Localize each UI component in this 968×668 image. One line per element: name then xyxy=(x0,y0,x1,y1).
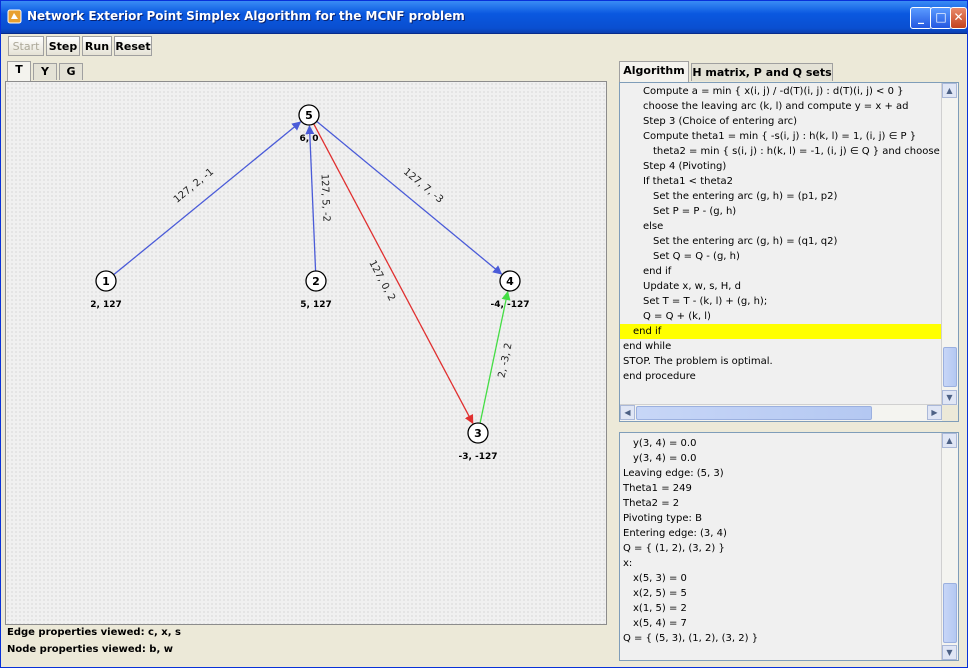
output-line: x(1, 5) = 2 xyxy=(633,603,687,614)
algorithm-line: Set T = T - (k, l) + (g, h); xyxy=(643,296,768,307)
node-id: 5 xyxy=(305,109,313,122)
output-line: x(5, 3) = 0 xyxy=(633,573,687,584)
algorithm-line: If theta1 < theta2 xyxy=(643,176,734,187)
right-panel: Algorithm H matrix, P and Q sets Compute… xyxy=(615,61,965,665)
graph-canvas[interactable]: 127, 2, -1 127, 5, -2 127, 7, -3 127, 0, 2 2… xyxy=(5,81,607,625)
scroll-down-arrow-icon[interactable]: ▼ xyxy=(942,390,957,405)
node-id: 3 xyxy=(474,427,482,440)
algorithm-line: choose the leaving arc (k, l) and comput… xyxy=(643,101,909,112)
node-5[interactable]: 5 6, 0 xyxy=(298,104,320,144)
scroll-down-arrow-icon[interactable]: ▼ xyxy=(942,645,957,660)
algorithm-line: Step 3 (Choice of entering arc) xyxy=(643,116,797,127)
algorithm-text: Compute a = min { x(i, j) / -d(T)(i, j) … xyxy=(620,83,942,405)
edge-properties-status: Edge properties viewed: c, x, s xyxy=(7,627,181,638)
node-id: 4 xyxy=(506,275,514,288)
window-title: Network Exterior Point Simplex Algorithm… xyxy=(27,9,465,23)
scroll-thumb-horizontal[interactable] xyxy=(636,406,872,420)
app-window: Network Exterior Point Simplex Algorithm… xyxy=(0,0,968,668)
output-line: Theta1 = 249 xyxy=(623,483,692,494)
output-line: Leaving edge: (5, 3) xyxy=(623,468,724,479)
node-label: -3, -127 xyxy=(458,452,497,462)
output-line: Pivoting type: B xyxy=(623,513,702,524)
algorithm-line: theta2 = min { s(i, j) : h(k, l) = -1, (… xyxy=(653,146,942,157)
algorithm-line: end if xyxy=(620,324,942,339)
node-2[interactable]: 2 5, 127 xyxy=(300,270,332,310)
edge-5-3[interactable] xyxy=(313,123,474,425)
minimize-button[interactable]: _ xyxy=(910,7,932,29)
node-1[interactable]: 1 2, 127 xyxy=(90,270,122,310)
tab-y[interactable]: Y xyxy=(33,63,57,80)
output-line: y(3, 4) = 0.0 xyxy=(633,453,697,464)
scroll-left-arrow-icon[interactable]: ◀ xyxy=(620,405,635,420)
run-button[interactable]: Run xyxy=(82,36,112,56)
algorithm-line: Set Q = Q - (g, h) xyxy=(653,251,740,262)
scroll-up-arrow-icon[interactable]: ▲ xyxy=(942,433,957,448)
algorithm-line: else xyxy=(643,221,664,232)
algorithm-line: STOP. The problem is optimal. xyxy=(623,356,773,367)
tab-algorithm[interactable]: Algorithm xyxy=(619,61,689,82)
output-pane[interactable]: y(3, 4) = 0.0 y(3, 4) = 0.0 Leaving edge: … xyxy=(619,432,959,661)
algorithm-line: end procedure xyxy=(623,371,696,382)
node-id: 2 xyxy=(312,275,320,288)
algorithm-line: Update x, w, s, H, d xyxy=(643,281,741,292)
output-line: Entering edge: (3, 4) xyxy=(623,528,727,539)
algorithm-horizontal-scrollbar[interactable]: ◀ ▶ xyxy=(620,404,942,421)
graph-panel: T Y G 127, 2, -1 127, 5, -2 127, 7, -3 127,… xyxy=(3,61,607,665)
edge-5-4[interactable] xyxy=(316,120,503,275)
node-label: 6, 0 xyxy=(299,134,318,144)
algorithm-line: Q = Q + (k, l) xyxy=(643,311,711,322)
algorithm-line: Set the entering arc (g, h) = (q1, q2) xyxy=(653,236,838,247)
edge-1-5[interactable] xyxy=(113,121,302,276)
algorithm-line: Set P = P - (g, h) xyxy=(653,206,737,217)
output-line: x: xyxy=(623,558,633,569)
node-label: 5, 127 xyxy=(300,300,332,310)
edge-label: 127, 0, 2 xyxy=(366,259,397,303)
output-text: y(3, 4) = 0.0 y(3, 4) = 0.0 Leaving edge: … xyxy=(620,433,942,660)
output-line: x(2, 5) = 5 xyxy=(633,588,687,599)
maximize-button[interactable]: □ xyxy=(930,7,952,29)
algorithm-line: Compute theta1 = min { -s(i, j) : h(k, l… xyxy=(643,131,917,142)
reset-button[interactable]: Reset xyxy=(114,36,152,56)
output-line: Theta2 = 2 xyxy=(623,498,680,509)
output-vertical-scrollbar[interactable]: ▲ ▼ xyxy=(941,433,958,660)
algorithm-pane[interactable]: Compute a = min { x(i, j) / -d(T)(i, j) … xyxy=(619,82,959,422)
app-icon xyxy=(7,9,22,24)
output-line: Q = { (1, 2), (3, 2) } xyxy=(623,543,725,554)
algorithm-line: Step 4 (Pivoting) xyxy=(643,161,727,172)
scroll-up-arrow-icon[interactable]: ▲ xyxy=(942,83,957,98)
tab-g[interactable]: G xyxy=(59,63,83,80)
edge-label: 127, 7, -3 xyxy=(401,167,445,206)
tab-t[interactable]: T xyxy=(7,61,31,81)
algorithm-line: end if xyxy=(643,266,672,277)
algorithm-vertical-scrollbar[interactable]: ▲ ▼ xyxy=(941,83,958,405)
edge-label: 2, -3, 2 xyxy=(497,342,515,379)
node-label: -4, -127 xyxy=(490,300,529,310)
output-line: x(5, 4) = 7 xyxy=(633,618,687,629)
scroll-corner xyxy=(942,405,958,421)
close-button[interactable]: ✕ xyxy=(950,7,967,29)
scroll-thumb[interactable] xyxy=(943,583,957,643)
title-bar[interactable]: Network Exterior Point Simplex Algorithm… xyxy=(1,1,967,34)
edge-label: 127, 5, -2 xyxy=(318,174,331,223)
edge-label: 127, 2, -1 xyxy=(172,167,216,206)
output-line: y(3, 4) = 0.0 xyxy=(633,438,697,449)
node-id: 1 xyxy=(102,275,110,288)
output-line: Q = { (5, 3), (1, 2), (3, 2) } xyxy=(623,633,759,644)
step-button[interactable]: Step xyxy=(46,36,80,56)
node-label: 2, 127 xyxy=(90,300,122,310)
tab-h-matrix[interactable]: H matrix, P and Q sets xyxy=(691,63,833,81)
scroll-thumb[interactable] xyxy=(943,347,957,387)
algorithm-line: Set the entering arc (g, h) = (p1, p2) xyxy=(653,191,838,202)
start-button[interactable]: Start xyxy=(8,36,44,56)
node-3[interactable]: 3 -3, -127 xyxy=(458,422,498,462)
algorithm-line: end while xyxy=(623,341,672,352)
node-4[interactable]: 4 -4, -127 xyxy=(490,270,530,310)
algorithm-line: Compute a = min { x(i, j) / -d(T)(i, j) … xyxy=(643,86,904,97)
scroll-right-arrow-icon[interactable]: ▶ xyxy=(927,405,942,420)
toolbar: Start Step Run Reset xyxy=(3,34,965,58)
edge-2-5[interactable] xyxy=(305,125,317,272)
node-properties-status: Node properties viewed: b, w xyxy=(7,644,173,655)
network-graph[interactable]: 127, 2, -1 127, 5, -2 127, 7, -3 127, 0, 2 2… xyxy=(6,82,606,624)
